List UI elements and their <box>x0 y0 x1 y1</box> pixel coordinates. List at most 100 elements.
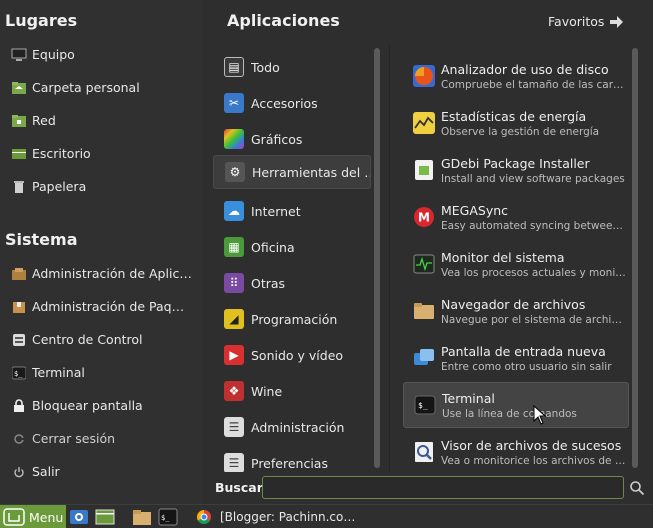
system-logout[interactable]: Cerrar sesión <box>0 422 200 455</box>
system-lock-screen[interactable]: Bloquear pantalla <box>0 389 200 422</box>
app-log-viewer[interactable]: Visor de archivos de sucesos Vea o monito… <box>403 429 629 472</box>
category-label: Oficina <box>251 239 295 255</box>
app-power-statistics[interactable]: Estadísticas de energía Observe la gestió… <box>403 100 629 146</box>
mega-icon: M <box>413 206 435 228</box>
app-megasync[interactable]: M MEGASync Easy automated syncing between… <box>403 194 629 240</box>
place-computer[interactable]: Equipo <box>0 38 200 71</box>
system-software-manager[interactable]: Administración de Aplicac… <box>0 257 200 290</box>
package-installer-icon <box>413 159 435 181</box>
app-description: Easy automated syncing between y… <box>441 219 626 232</box>
system-control-center[interactable]: Centro de Control <box>0 323 200 356</box>
power-icon <box>11 464 27 480</box>
camera-icon[interactable] <box>69 508 89 526</box>
scrollbar-thumb[interactable] <box>374 48 380 468</box>
places-title: Lugares <box>5 11 78 30</box>
category-scrollbar[interactable] <box>374 48 380 468</box>
category-label: Todo <box>251 59 280 75</box>
place-label: Papelera <box>32 179 87 194</box>
favorites-button[interactable]: Favoritos <box>548 14 624 29</box>
scrollbar-thumb[interactable] <box>632 48 638 468</box>
system-label: Administración de Aplicac… <box>32 266 192 281</box>
category-label: Internet <box>251 203 301 219</box>
svg-text:$_: $_ <box>161 514 170 522</box>
category-other[interactable]: ⠿ Otras <box>213 266 371 300</box>
menu-label: Menu <box>29 509 64 525</box>
app-description: Compruebe el tamaño de las carpet… <box>441 78 626 91</box>
place-desktop[interactable]: Escritorio <box>0 137 200 170</box>
category-internet[interactable]: ☁ Internet <box>213 194 371 228</box>
app-description: Vea o monitorice los archivos de su… <box>441 454 626 467</box>
app-name: Visor de archivos de sucesos <box>441 437 622 453</box>
log-viewer-icon <box>413 441 435 463</box>
system-terminal[interactable]: $_ Terminal <box>0 356 200 389</box>
new-login-icon <box>413 347 435 369</box>
app-new-login[interactable]: Pantalla de entrada nueva Entre como otro… <box>403 335 629 381</box>
system-label: Bloquear pantalla <box>32 398 143 413</box>
category-wine[interactable]: ❖ Wine <box>213 374 371 408</box>
system-title: Sistema <box>5 230 78 249</box>
search-input[interactable] <box>262 476 624 499</box>
system-package-manager[interactable]: Administración de Paquet… <box>0 290 200 323</box>
menu-button[interactable]: Menu <box>0 505 66 528</box>
category-accessories[interactable]: ✂ Accesorios <box>213 86 371 120</box>
window-title: [Blogger: Pachinn.co… <box>220 510 356 524</box>
office-icon: ▦ <box>224 237 244 257</box>
taskbar-window-browser[interactable]: [Blogger: Pachinn.co… <box>196 505 355 528</box>
category-label: Accesorios <box>251 95 318 111</box>
place-home[interactable]: Carpeta personal <box>0 71 200 104</box>
terminal-icon: $_ <box>414 394 436 416</box>
system-label: Salir <box>32 464 60 479</box>
category-label: Programación <box>251 311 338 327</box>
place-label: Carpeta personal <box>32 80 140 95</box>
category-office[interactable]: ▦ Oficina <box>213 230 371 264</box>
disk-usage-icon <box>413 65 435 87</box>
desktop-icon <box>11 146 27 162</box>
place-trash[interactable]: Papelera <box>0 170 200 203</box>
category-graphics[interactable]: Gráficos <box>213 122 371 156</box>
app-name: GDebi Package Installer <box>441 155 590 171</box>
application-scrollbar[interactable] <box>632 48 638 468</box>
panel-divider <box>389 44 390 472</box>
folder-icon[interactable] <box>132 508 152 526</box>
category-system-tools[interactable]: ⚙ Herramientas del … <box>213 155 371 189</box>
administration-icon: ☰ <box>224 417 244 437</box>
all-icon: ▤ <box>224 57 244 77</box>
app-system-monitor[interactable]: Monitor del sistema Vea los procesos actu… <box>403 241 629 287</box>
app-terminal[interactable]: $_ Terminal Use la línea de comandos <box>403 382 629 428</box>
terminal-icon: $_ <box>11 365 27 381</box>
app-description: Vea los procesos actuales y monitor… <box>441 266 626 279</box>
category-label: Administración <box>251 419 345 435</box>
show-desktop-icon[interactable] <box>95 508 115 526</box>
search-icon[interactable] <box>629 480 645 496</box>
chrome-icon <box>197 510 211 524</box>
app-file-manager[interactable]: Navegador de archivos Navegue por el sist… <box>403 288 629 334</box>
category-label: Herramientas del … <box>252 164 370 180</box>
applications-title: Aplicaciones <box>227 11 340 30</box>
svg-text:$_: $_ <box>14 370 23 378</box>
place-network[interactable]: Red <box>0 104 200 137</box>
lock-icon <box>11 398 27 414</box>
system-shutdown[interactable]: Salir <box>0 455 200 488</box>
app-disk-usage[interactable]: Analizador de uso de disco Compruebe el t… <box>403 53 629 99</box>
category-administration[interactable]: ☰ Administración <box>213 410 371 444</box>
category-programming[interactable]: ◢ Programación <box>213 302 371 336</box>
package-manager-icon <box>11 299 27 315</box>
programming-icon: ◢ <box>224 309 244 329</box>
left-panel: Lugares Equipo Carpeta personal Red Escr… <box>0 0 203 504</box>
category-sound-video[interactable]: ▶ Sonido y vídeo <box>213 338 371 372</box>
terminal-icon[interactable]: $_ <box>158 508 178 526</box>
category-preferences[interactable]: ☰ Preferencias <box>213 446 371 472</box>
logout-icon <box>11 431 27 447</box>
network-folder-icon <box>11 113 27 129</box>
place-label: Escritorio <box>32 146 91 161</box>
app-name: Terminal <box>442 390 495 406</box>
app-gdebi[interactable]: GDebi Package Installer Install and view … <box>403 147 629 193</box>
application-list: Analizador de uso de disco Compruebe el t… <box>403 48 629 472</box>
cloud-icon: ☁ <box>224 201 244 221</box>
app-name: MEGASync <box>441 202 509 218</box>
system-label: Centro de Control <box>32 332 143 347</box>
app-description: Install and view software packages <box>441 172 625 185</box>
mouse-pointer-icon <box>533 405 547 425</box>
home-folder-icon <box>11 80 27 96</box>
category-all[interactable]: ▤ Todo <box>213 50 371 84</box>
